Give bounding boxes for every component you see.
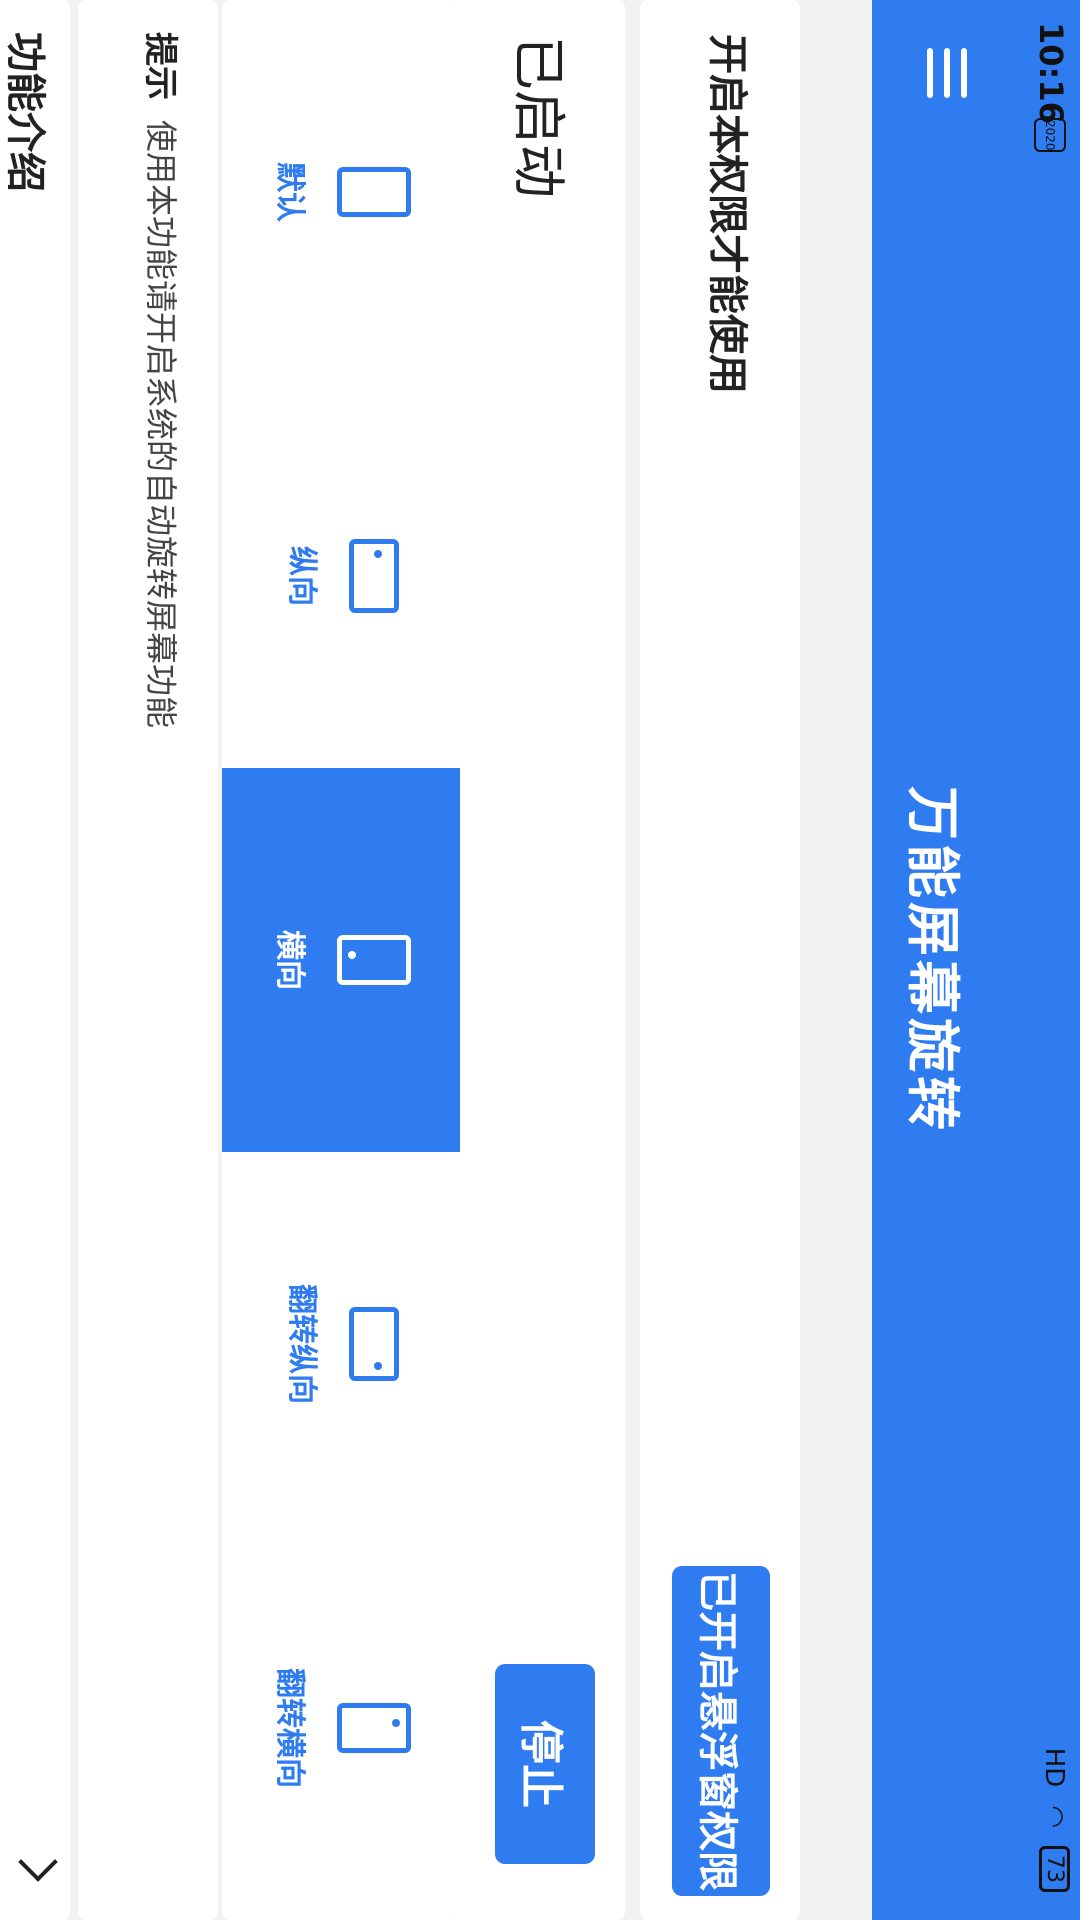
phone-portrait-flipped-icon [349, 1307, 399, 1381]
status-badge: 2020 [1034, 118, 1066, 152]
service-status-text: 已启动 [507, 36, 570, 198]
orientation-label: 纵向 [284, 546, 319, 606]
chevron-down-icon[interactable] [18, 1842, 58, 1882]
orientation-label: 默认 [272, 162, 307, 222]
orientation-label: 翻转纵向 [284, 1284, 319, 1404]
permission-card: 开启本权限才能使用 已开启悬浮窗权限 [640, 0, 800, 1920]
phone-landscape-flipped-icon [337, 1703, 411, 1753]
orientation-landscape[interactable]: 横向 [222, 768, 460, 1152]
orientation-label: 翻转横向 [272, 1668, 307, 1788]
app-toolbar: 万能屏幕旋转 [872, 0, 1022, 1920]
phone-landscape-icon [337, 935, 411, 985]
hint-text: 使用本功能请开启系统的自动旋转屏幕功能 [142, 120, 180, 729]
hint-title: 提示 [140, 32, 180, 100]
intro-card[interactable]: 功能介绍 [0, 0, 70, 1920]
stop-button[interactable]: 停止 [495, 1664, 595, 1864]
battery-icon: 73 [1039, 1846, 1070, 1892]
wifi-icon: ◠ [1039, 1805, 1070, 1828]
status-indicators: HD ◠ 73 [1039, 1748, 1070, 1892]
hint-card: 提示 使用本功能请开启系统的自动旋转屏幕功能 [78, 0, 218, 1920]
app-root: 10:16 2020 HD ◠ 73 万能屏幕旋转 开启本权限才能使用 已开启悬… [0, 0, 1080, 1920]
orientation-options: 默认 纵向 横向 翻转纵向 翻转横向 [222, 0, 460, 1920]
orientation-label: 横向 [272, 930, 307, 990]
overlay-permission-button[interactable]: 已开启悬浮窗权限 [672, 1566, 770, 1896]
permission-text: 开启本权限才能使用 [704, 34, 750, 394]
status-time: 10:16 [1032, 22, 1070, 124]
status-bar: 10:16 2020 HD ◠ 73 [1022, 0, 1080, 1920]
phone-outline-icon [337, 167, 411, 217]
orientation-portrait[interactable]: 纵向 [222, 384, 460, 768]
phone-portrait-icon [349, 539, 399, 613]
service-card: 已启动 停止 [450, 0, 625, 1920]
orientation-landscape-flipped[interactable]: 翻转横向 [222, 1536, 460, 1920]
signal-icon: HD [1039, 1747, 1070, 1788]
orientation-portrait-flipped[interactable]: 翻转纵向 [222, 1152, 460, 1536]
app-title: 万能屏幕旋转 [901, 786, 964, 1134]
orientation-default[interactable]: 默认 [222, 0, 460, 384]
intro-label: 功能介绍 [2, 32, 48, 192]
